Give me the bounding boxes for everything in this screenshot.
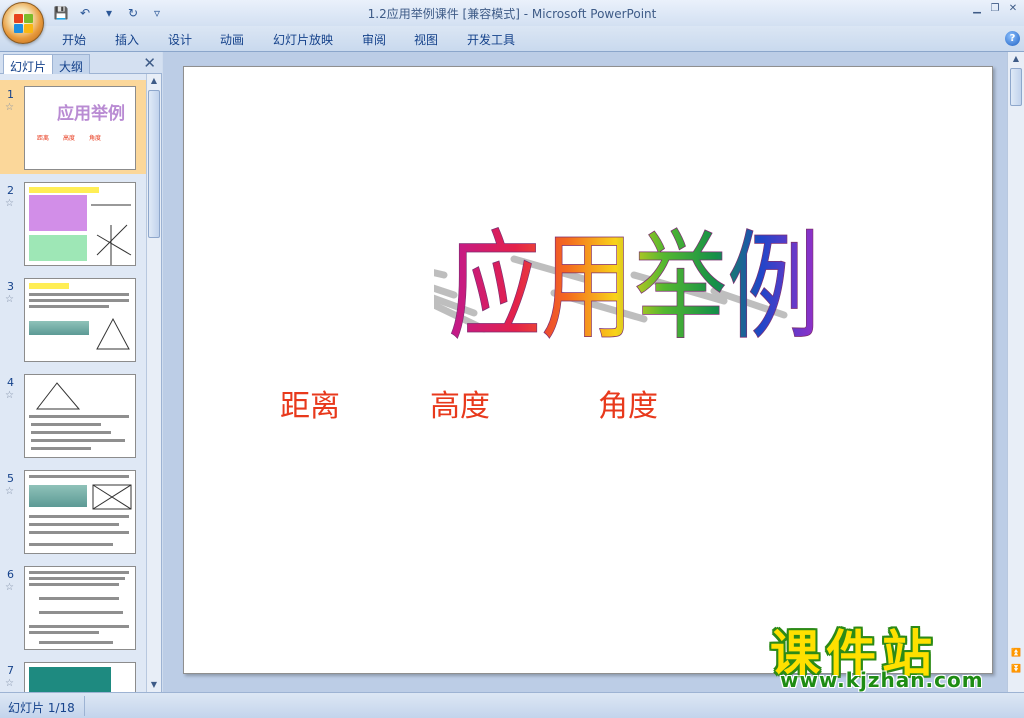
slide-thumbnail[interactable] (24, 662, 136, 692)
slide-number: 5 (7, 472, 14, 485)
window-title: 1.2应用举例课件 [兼容模式] - Microsoft PowerPoint (367, 7, 657, 21)
animation-star-icon: ☆ (5, 198, 14, 209)
tab-insert[interactable]: 插入 (115, 31, 139, 48)
thumbnail-row[interactable]: 5 ☆ (0, 464, 146, 558)
animation-star-icon: ☆ (5, 390, 14, 401)
slide-number: 7 (7, 664, 14, 677)
wordart-text: 应用举例 (448, 218, 820, 356)
slide-number: 1 (7, 88, 14, 101)
subtitle-height: 高度 (430, 389, 490, 424)
next-slide-icon[interactable]: ⏬ (1009, 662, 1023, 676)
animation-star-icon: ☆ (5, 582, 14, 593)
tab-home[interactable]: 开始 (62, 31, 86, 48)
title-bar: 💾 ↶ ▾ ↻ ▿ 1.2应用举例课件 [兼容模式] - Microsoft P… (0, 0, 1024, 44)
slide-canvas[interactable]: 应用举例 距离 高度 角度 (183, 66, 993, 674)
slide-number: 6 (7, 568, 14, 581)
status-bar: 幻灯片 1/18 (0, 692, 1024, 718)
ribbon-tabs: 开始 插入 设计 动画 幻灯片放映 审阅 视图 开发工具 ? (0, 26, 1024, 52)
tab-review[interactable]: 审阅 (362, 31, 386, 48)
slide-thumbnail[interactable] (24, 374, 136, 458)
slide-number: 2 (7, 184, 14, 197)
tab-outline[interactable]: 大纲 (52, 54, 91, 74)
subtitle-distance: 距离 (280, 389, 340, 424)
slide-thumbnail[interactable] (24, 470, 136, 554)
thumbnail-row[interactable]: 3 ☆ (0, 272, 146, 366)
animation-star-icon: ☆ (5, 678, 14, 689)
thumbnail-row[interactable]: 7 ☆ (0, 656, 146, 692)
slide-thumbnail[interactable]: 应用举例 距离 高度 角度 (24, 86, 136, 170)
close-panel-icon[interactable]: ✕ (143, 54, 156, 72)
close-icon[interactable]: ✕ (1006, 2, 1020, 16)
thumbnail-row[interactable]: 4 ☆ (0, 368, 146, 462)
thumb-sub: 角度 (89, 135, 102, 142)
thumb-sub: 高度 (63, 135, 76, 142)
thumbnail-row[interactable]: 2 ☆ (0, 176, 146, 270)
thumbnail-row[interactable]: 6 ☆ (0, 560, 146, 654)
office-logo-icon (14, 14, 34, 34)
slides-panel: 幻灯片 大纲 ✕ 1 ☆ 应用举例 距离 高度 角度 2 ☆ 3 ☆ 4 ☆ 5… (0, 52, 162, 692)
editor-scrollbar[interactable]: ▲ ⏫ ⏬ (1007, 52, 1024, 692)
thumbnail-list: 1 ☆ 应用举例 距离 高度 角度 2 ☆ 3 ☆ 4 ☆ 5 ☆ 6 ☆ 7 … (0, 74, 146, 692)
window-controls: ▁ ❐ ✕ (970, 2, 1020, 16)
slide-counter: 幻灯片 1/18 (8, 701, 75, 715)
scrollbar-thumb[interactable] (148, 90, 160, 238)
scroll-up-icon[interactable]: ▲ (1009, 52, 1023, 66)
thumb-sub: 距离 (37, 135, 50, 142)
subtitle-angle: 角度 (598, 389, 658, 424)
animation-star-icon: ☆ (5, 294, 14, 305)
minimize-icon[interactable]: ▁ (970, 2, 984, 16)
help-icon[interactable]: ? (1005, 31, 1020, 46)
slide-number: 3 (7, 280, 14, 293)
slide-editor: 应用举例 距离 高度 角度 ▲ ⏫ ⏬ (163, 52, 1024, 692)
tab-design[interactable]: 设计 (168, 31, 192, 48)
animation-star-icon: ☆ (5, 102, 14, 113)
watermark-url: www.kjzhan.com (780, 668, 984, 692)
restore-icon[interactable]: ❐ (988, 2, 1002, 16)
animation-star-icon: ☆ (5, 486, 14, 497)
scroll-up-icon[interactable]: ▲ (147, 74, 161, 88)
tab-slides[interactable]: 幻灯片 (3, 54, 54, 74)
panel-tabs: 幻灯片 大纲 ✕ (0, 52, 162, 74)
thumb-title: 应用举例 (57, 104, 125, 124)
panel-scrollbar[interactable]: ▲ ▼ (146, 74, 161, 692)
watermark-logo: 课件站 www.kjzhan.com (770, 614, 1006, 694)
slide-thumbnail[interactable] (24, 182, 136, 266)
tab-slideshow[interactable]: 幻灯片放映 (273, 31, 333, 48)
tab-developer[interactable]: 开发工具 (467, 31, 515, 48)
status-divider (84, 696, 85, 716)
slide-number: 4 (7, 376, 14, 389)
scrollbar-thumb[interactable] (1010, 68, 1022, 106)
office-button[interactable] (2, 2, 44, 44)
slide-thumbnail[interactable] (24, 278, 136, 362)
tab-view[interactable]: 视图 (414, 31, 438, 48)
prev-slide-icon[interactable]: ⏫ (1009, 646, 1023, 660)
scroll-down-icon[interactable]: ▼ (147, 678, 161, 692)
thumbnail-row[interactable]: 1 ☆ 应用举例 距离 高度 角度 (0, 80, 146, 174)
slide-thumbnail[interactable] (24, 566, 136, 650)
tab-animation[interactable]: 动画 (220, 31, 244, 48)
wordart-title[interactable]: 应用举例 (434, 163, 834, 363)
